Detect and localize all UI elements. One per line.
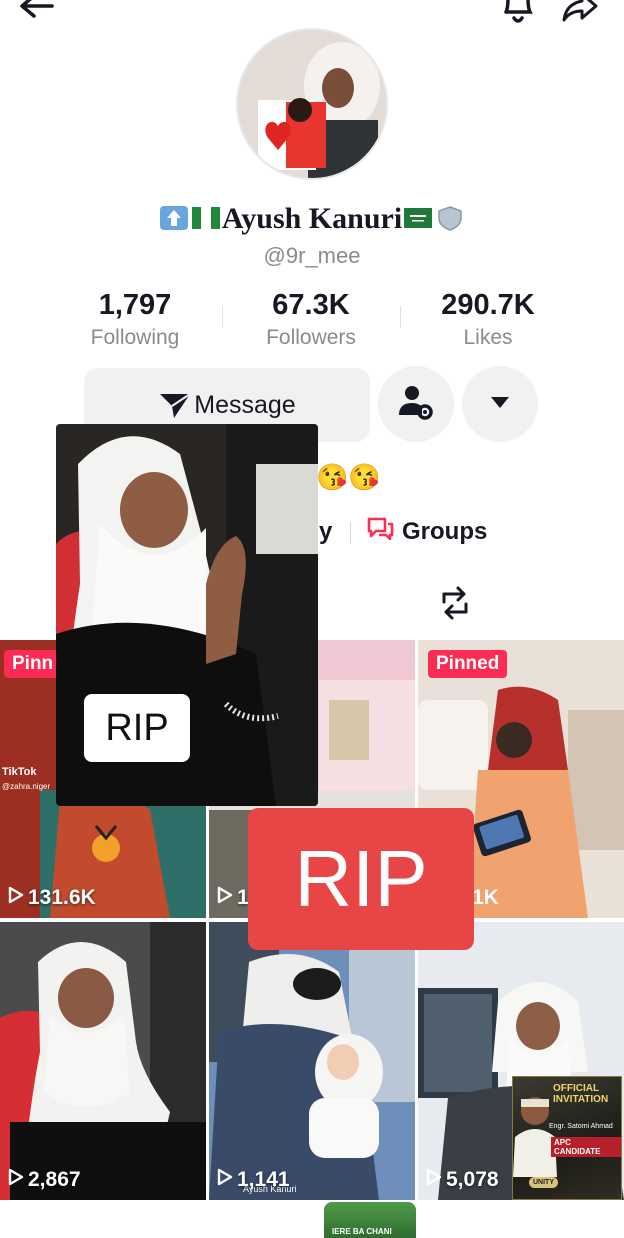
message-label: Message	[194, 390, 296, 419]
rip-label-large: RIP	[248, 808, 474, 950]
add-friend-button[interactable]	[378, 366, 454, 442]
poster-title: OFFICIAL INVITATION	[553, 1083, 609, 1105]
more-options-button[interactable]	[462, 366, 538, 442]
view-count: 1,141	[217, 1168, 290, 1192]
watermark-handle: @zahra.niger	[2, 782, 51, 791]
display-name-row: Ayush Kanuri	[0, 202, 624, 236]
play-icon	[217, 886, 233, 910]
view-count: 1	[217, 886, 249, 910]
back-arrow-icon[interactable]	[16, 0, 56, 28]
play-icon	[8, 886, 24, 910]
view-count-value: 1K	[472, 886, 499, 909]
view-count-value: 1,141	[237, 1168, 290, 1191]
poster-badge: UNITY	[529, 1177, 558, 1188]
stat-likes[interactable]: 290.7K Likes	[398, 289, 578, 350]
invitation-poster-image: OFFICIAL INVITATION Engr. Satomi Ahmad A…	[512, 1076, 622, 1200]
pinned-badge: Pinned	[428, 650, 508, 678]
rip-label-small: RIP	[84, 694, 190, 762]
send-icon	[158, 390, 192, 420]
bottom-thumbnail-text: IERE BA CHANI	[332, 1227, 392, 1236]
view-count-value: 1	[237, 886, 249, 909]
poster-name: Engr. Satomi Ahmad	[549, 1123, 613, 1130]
caret-down-icon	[489, 394, 511, 415]
bio-emojis: 😘😘	[316, 462, 381, 492]
poster-role: APC CANDIDATE	[551, 1137, 621, 1157]
up-arrow-emoji-icon	[159, 205, 189, 231]
profile-avatar[interactable]	[236, 28, 388, 180]
bio-link-fragment[interactable]: y	[319, 518, 332, 546]
display-name: Ayush Kanuri	[221, 202, 403, 235]
stat-followers-value: 67.3K	[272, 289, 350, 321]
pinned-badge: Pinn	[4, 650, 62, 678]
groups-link[interactable]: Groups	[366, 516, 487, 547]
share-arrow-icon[interactable]	[560, 0, 600, 28]
stat-following-label: Following	[90, 326, 180, 349]
groups-icon	[366, 516, 394, 547]
username-handle: @9r_mee	[263, 243, 361, 268]
view-count-value: 2,867	[28, 1168, 81, 1191]
view-count: 131.6K	[8, 886, 96, 910]
bio-divider	[350, 522, 351, 544]
play-icon	[8, 1168, 24, 1192]
shield-emoji-icon	[435, 205, 465, 231]
stat-likes-label: Likes	[463, 326, 513, 349]
stat-likes-value: 290.7K	[441, 289, 535, 321]
video-tile[interactable]: Ayush Kanuri 1,141	[209, 922, 415, 1200]
stat-following-value: 1,797	[98, 289, 172, 321]
person-settings-icon	[395, 381, 437, 428]
play-icon	[426, 1168, 442, 1192]
stat-followers[interactable]: 67.3K Followers	[221, 289, 401, 350]
video-tile[interactable]: 2,867	[0, 922, 206, 1200]
view-count-value: 5,078	[446, 1168, 499, 1191]
repost-icon[interactable]	[436, 584, 474, 627]
view-count-value: 131.6K	[28, 886, 96, 909]
nigeria-flag-icon	[191, 205, 221, 231]
groups-label: Groups	[402, 517, 488, 545]
stat-followers-label: Followers	[266, 326, 356, 349]
tiktok-watermark: TikTok	[2, 766, 37, 778]
bottom-thumbnail[interactable]: IERE BA CHANI	[324, 1202, 416, 1238]
stat-following[interactable]: 1,797 Following	[45, 289, 225, 350]
view-count: 5,078	[426, 1168, 499, 1192]
view-count: 2,867	[8, 1168, 81, 1192]
bell-icon[interactable]	[498, 0, 538, 28]
play-icon	[217, 1168, 233, 1192]
saudi-flag-icon	[403, 205, 433, 231]
